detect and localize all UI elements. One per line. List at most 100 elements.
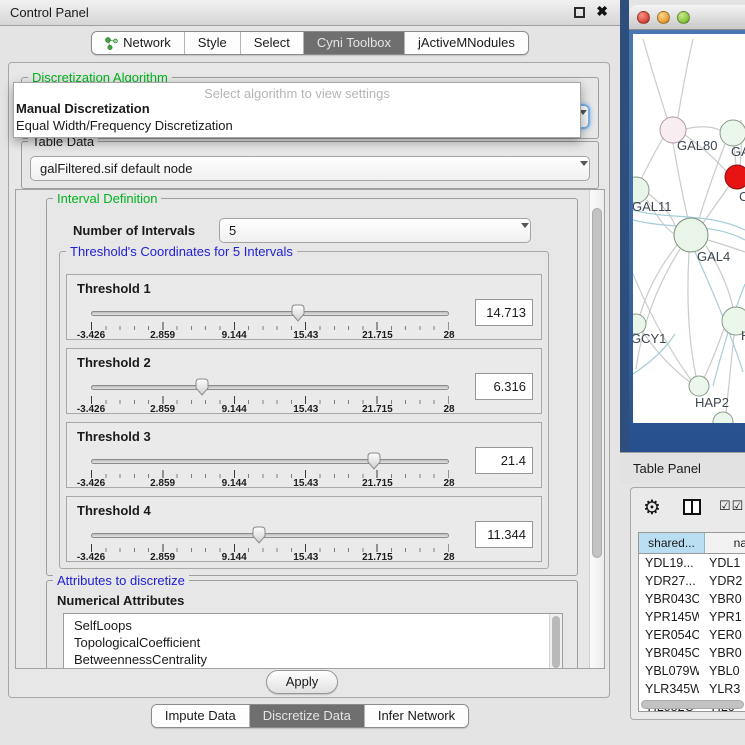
threshold-value-field[interactable]: 6.316 xyxy=(475,373,533,400)
slider-thumb[interactable] xyxy=(252,526,267,544)
slider-track[interactable] xyxy=(91,533,449,538)
list-item[interactable]: BetweennessCentrality xyxy=(64,651,562,668)
table-data-select[interactable]: galFiltered.sif default node xyxy=(30,156,590,181)
tab-network[interactable]: Network xyxy=(92,32,184,54)
column-header-name[interactable]: na xyxy=(705,533,745,553)
top-tabstrip: Network Style Select Cyni Toolbox jActiv… xyxy=(0,31,620,55)
network-edge xyxy=(678,39,693,117)
tick-label: 21.715 xyxy=(362,404,393,415)
tick-label: -3.426 xyxy=(77,330,105,341)
tick-label: 28 xyxy=(443,552,454,563)
close-traffic-light-icon[interactable] xyxy=(637,11,650,24)
tick-label: 21.715 xyxy=(362,478,393,489)
table-row[interactable]: YBR045CYBR0 xyxy=(639,644,745,662)
table-row[interactable]: YDL19...YDL1 xyxy=(639,554,745,572)
columns-icon[interactable] xyxy=(683,499,701,515)
tick-label: 2.859 xyxy=(150,404,175,415)
network-edge xyxy=(688,252,696,376)
tick-label: 28 xyxy=(443,478,454,489)
network-node[interactable] xyxy=(674,218,708,252)
network-node[interactable] xyxy=(720,120,745,146)
number-of-intervals-value: 5 xyxy=(229,223,236,238)
checkbox-icons[interactable]: ☑☑ xyxy=(719,498,744,514)
tab-discretize-data[interactable]: Discretize Data xyxy=(249,705,364,727)
network-window-titlebar[interactable] xyxy=(629,5,745,30)
bottom-tabstrip: Impute Data Discretize Data Infer Networ… xyxy=(0,704,620,728)
attributes-list[interactable]: SelfLoops TopologicalCoefficient Between… xyxy=(63,613,563,669)
tab-cyni-toolbox[interactable]: Cyni Toolbox xyxy=(303,32,404,54)
tick-label: 15.43 xyxy=(293,404,318,415)
apply-button[interactable]: Apply xyxy=(266,670,338,694)
list-item[interactable]: TopologicalCoefficient xyxy=(64,634,562,651)
tick-label: 15.43 xyxy=(293,552,318,563)
threshold-slider[interactable]: -3.4262.8599.14415.4321.71528 xyxy=(91,303,449,341)
table-row[interactable]: YDR27...YDR2 xyxy=(639,572,745,590)
threshold-slider[interactable]: -3.4262.8599.14415.4321.71528 xyxy=(91,377,449,415)
slider-track[interactable] xyxy=(91,311,449,316)
horizontal-scrollbar[interactable] xyxy=(641,700,745,710)
network-canvas[interactable]: GAL80GACGAL11GAL4HGCY1HAP2 xyxy=(633,34,745,423)
vertical-scrollbar[interactable] xyxy=(589,190,604,668)
number-of-intervals-select[interactable]: 5 xyxy=(219,218,531,243)
threshold-slider[interactable]: -3.4262.8599.14415.4321.71528 xyxy=(91,525,449,563)
threshold-box: Threshold 4-3.4262.8599.14415.4321.71528… xyxy=(66,496,542,562)
tab-infer-network[interactable]: Infer Network xyxy=(364,705,468,727)
table-row[interactable]: YBR043CYBR0 xyxy=(639,590,745,608)
table-row[interactable]: YLR345WYLR3 xyxy=(639,680,745,698)
slider-thumb[interactable] xyxy=(194,378,209,396)
table-panel-header: Table Panel xyxy=(620,452,745,484)
close-icon[interactable]: ✖ xyxy=(596,3,608,20)
interval-definition-group: Interval Definition Number of Intervals … xyxy=(46,198,578,576)
minimize-traffic-light-icon[interactable] xyxy=(657,11,670,24)
scrollbar-thumb[interactable] xyxy=(592,208,602,558)
gear-icon[interactable]: ⚙ xyxy=(643,495,661,520)
tick-label: 15.43 xyxy=(293,330,318,341)
threshold-box: Threshold 2-3.4262.8599.14415.4321.71528… xyxy=(66,348,542,414)
threshold-value-field[interactable]: 11.344 xyxy=(475,521,533,548)
numerical-attributes-label: Numerical Attributes xyxy=(57,593,184,608)
tab-style[interactable]: Style xyxy=(184,32,240,54)
network-node[interactable] xyxy=(713,412,733,423)
node-label: GA xyxy=(731,144,745,159)
scrollbar-thumb[interactable] xyxy=(641,700,744,709)
node-label: C xyxy=(739,189,745,204)
tick-label: 9.144 xyxy=(222,478,247,489)
threshold-slider[interactable]: -3.4262.8599.14415.4321.71528 xyxy=(91,451,449,489)
table-row[interactable]: YER054CYER0 xyxy=(639,626,745,644)
tab-impute-data[interactable]: Impute Data xyxy=(152,705,249,727)
combo-arrows-icon xyxy=(572,162,581,181)
cell-shared-name: YER054C xyxy=(639,626,699,644)
control-panel-titlebar: Control Panel ✖ xyxy=(0,0,620,26)
table-row[interactable]: YBL079WYBL0 xyxy=(639,662,745,680)
zoom-traffic-light-icon[interactable] xyxy=(677,11,690,24)
list-scrollbar[interactable] xyxy=(549,614,562,669)
network-node[interactable] xyxy=(725,165,745,189)
table-row[interactable]: YPR145WYPR1 xyxy=(639,608,745,626)
network-edge xyxy=(641,138,663,180)
slider-tick-labels: -3.4262.8599.14415.4321.71528 xyxy=(91,404,449,416)
network-node[interactable] xyxy=(689,376,709,396)
tab-discretize-data-label: Discretize Data xyxy=(263,705,351,727)
tick-label: 2.859 xyxy=(150,552,175,563)
slider-thumb[interactable] xyxy=(366,452,381,470)
attributes-group-title: Attributes to discretize xyxy=(53,573,189,588)
list-item[interactable]: SelfLoops xyxy=(64,614,562,634)
slider-track[interactable] xyxy=(91,385,449,390)
cell-name: YBR0 xyxy=(699,644,742,662)
float-window-icon[interactable] xyxy=(574,7,585,18)
table-body: YDL19...YDL1YDR27...YDR2YBR043CYBR0YPR14… xyxy=(639,554,745,712)
node-table[interactable]: shared... na YDL19...YDL1YDR27...YDR2YBR… xyxy=(638,532,745,712)
tab-select[interactable]: Select xyxy=(240,32,303,54)
column-header-shared-name[interactable]: shared... xyxy=(639,533,705,553)
menu-item-manual-discretization[interactable]: Manual Discretization xyxy=(14,100,580,117)
table-window: ⚙ ☑☑ shared... na YDL19...YDL1YDR27...YD… xyxy=(630,487,745,720)
threshold-label: Threshold 1 xyxy=(77,281,151,296)
tab-style-label: Style xyxy=(198,32,227,54)
tab-jactivemnodules[interactable]: jActiveMNodules xyxy=(404,32,528,54)
slider-thumb[interactable] xyxy=(290,304,305,322)
threshold-value-field[interactable]: 14.713 xyxy=(475,299,533,326)
menu-item-equal-width-frequency[interactable]: Equal Width/Frequency Discretization xyxy=(14,117,580,134)
right-panel: GAL80GACGAL11GAL4HGCY1HAP2 Table Panel ⚙… xyxy=(620,0,745,745)
slider-track[interactable] xyxy=(91,459,449,464)
threshold-value-field[interactable]: 21.4 xyxy=(475,447,533,474)
